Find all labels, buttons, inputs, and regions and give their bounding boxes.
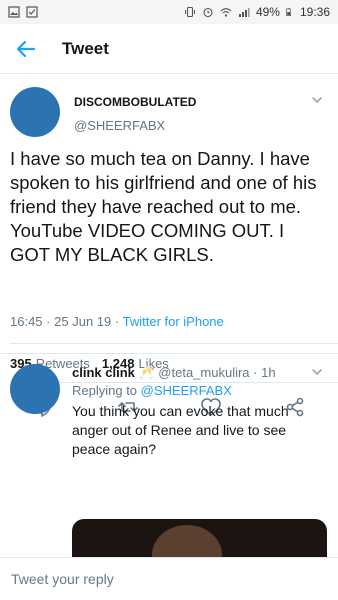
- reply-media-image[interactable]: [72, 519, 327, 559]
- replying-to: Replying to @SHEERFABX: [72, 383, 232, 398]
- replying-to-handle[interactable]: @SHEERFABX: [141, 383, 232, 398]
- tweet-date: 25 Jun 19: [54, 314, 112, 329]
- tweet-text: I have so much tea on Danny. I have spok…: [10, 148, 317, 265]
- alarm-icon: [203, 7, 213, 18]
- clock: 19:36: [299, 5, 330, 19]
- reply-header: clink clink 🥂 @teta_mukulira · 1h: [72, 365, 276, 381]
- reply-author-avatar[interactable]: [10, 364, 60, 414]
- checkbox-notification-icon: [26, 6, 38, 18]
- tweet-source-link[interactable]: Twitter for iPhone: [123, 314, 224, 329]
- gallery-notification-icon: [8, 6, 20, 18]
- author-avatar[interactable]: [10, 87, 60, 137]
- meta-separator: ·: [46, 314, 51, 329]
- wifi-icon: [220, 8, 232, 17]
- reply-composer-input[interactable]: Tweet your reply: [0, 557, 338, 600]
- chevron-down-icon[interactable]: [310, 365, 324, 379]
- replying-prefix: Replying to: [72, 383, 138, 398]
- reply-composer-placeholder: Tweet your reply: [11, 571, 114, 587]
- author-handle[interactable]: @SHEERFABX: [74, 118, 165, 133]
- signal-icon: [238, 8, 250, 17]
- divider: [10, 343, 338, 344]
- app-bar: Tweet: [0, 24, 338, 74]
- battery-icon: [286, 8, 291, 16]
- page-title: Tweet: [62, 38, 109, 58]
- chevron-down-icon[interactable]: [310, 93, 324, 107]
- vibrate-icon: [184, 6, 195, 18]
- back-arrow-icon[interactable]: [14, 37, 38, 61]
- battery-percent: 49%: [255, 5, 280, 19]
- reply-text: You think you can evoke that much anger …: [72, 403, 289, 457]
- status-bar-right: 49% 19:36: [184, 5, 330, 19]
- tweet-meta: 16:45 · 25 Jun 19 · Twitter for iPhone: [10, 314, 224, 329]
- meta-separator: ·: [114, 314, 120, 329]
- reply-display-name[interactable]: clink clink 🥂: [72, 365, 155, 380]
- reply-handle[interactable]: @teta_mukulira: [158, 365, 249, 380]
- author-display-name[interactable]: DISCOMBOBULATED: [74, 95, 196, 109]
- status-bar-left: [8, 6, 38, 18]
- status-bar: 49% 19:36: [0, 0, 338, 24]
- tweet-time: 16:45: [10, 314, 43, 329]
- reply-tweet[interactable]: clink clink 🥂 @teta_mukulira · 1h Replyi…: [0, 353, 338, 559]
- reply-age: · 1h: [253, 365, 276, 380]
